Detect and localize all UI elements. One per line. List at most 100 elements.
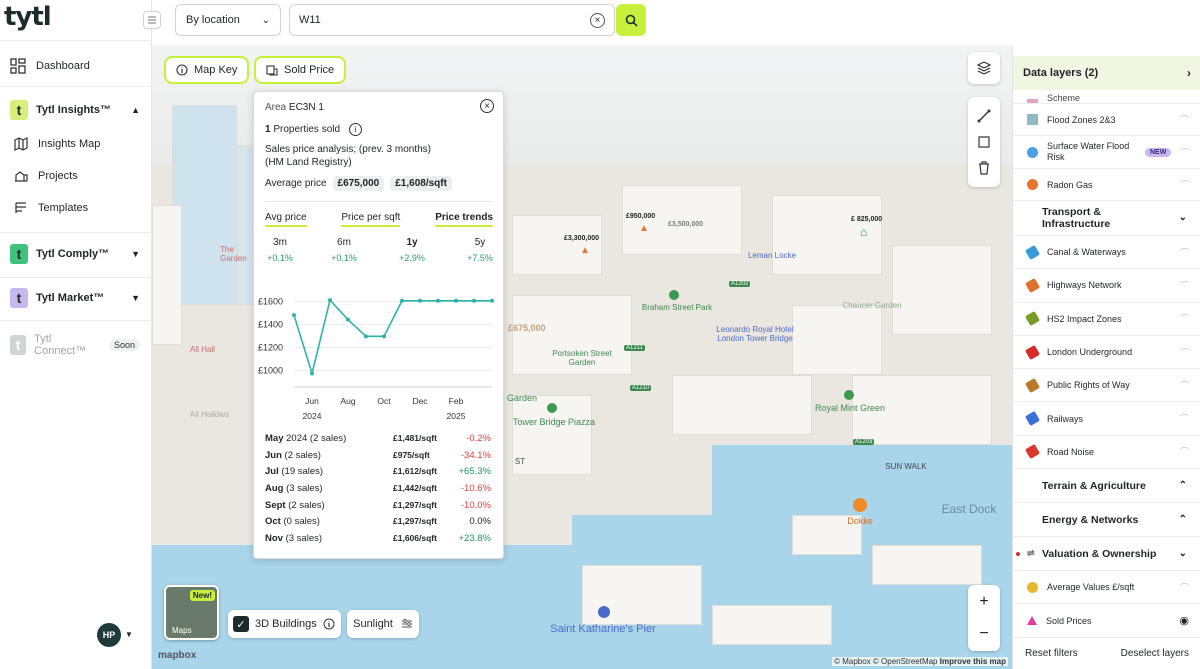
eye-hidden-icon[interactable]: ⌒ bbox=[1180, 581, 1189, 594]
info-icon[interactable] bbox=[323, 618, 335, 630]
period-1y[interactable]: 1y +2.9% bbox=[397, 237, 427, 263]
eye-hidden-icon[interactable]: ⌒ bbox=[1180, 279, 1189, 292]
layer-label: Average Values £/sqft bbox=[1047, 582, 1135, 592]
3d-buildings-toggle[interactable]: ✓ 3D Buildings bbox=[228, 610, 341, 638]
period-change: +2.9% bbox=[399, 253, 425, 263]
price-marker[interactable]: £3,500,000 bbox=[668, 221, 703, 228]
polygon-tool-icon[interactable] bbox=[977, 135, 991, 149]
price-marker[interactable]: £950,000 bbox=[626, 213, 655, 220]
sunlight-button[interactable]: Sunlight bbox=[347, 610, 419, 638]
sidebar-item-templates[interactable]: Templates bbox=[14, 201, 88, 215]
sales-price: £1,297/sqft bbox=[393, 516, 437, 527]
close-icon[interactable]: × bbox=[480, 99, 494, 113]
clear-icon[interactable]: × bbox=[590, 13, 605, 28]
eye-hidden-icon[interactable]: ⌒ bbox=[1180, 445, 1189, 458]
eye-visible-icon[interactable]: ◉ bbox=[1179, 614, 1189, 627]
eye-hidden-icon[interactable]: ⌒ bbox=[1180, 312, 1189, 325]
layer-item-radon[interactable]: Radon Gas ⌒ bbox=[1013, 169, 1200, 201]
eye-hidden-icon[interactable]: ⌒ bbox=[1180, 346, 1189, 359]
collapse-sidebar-button[interactable] bbox=[143, 11, 161, 29]
reset-filters-button[interactable]: Reset filters bbox=[1025, 648, 1078, 659]
layer-item-scheme[interactable]: Scheme bbox=[1013, 90, 1200, 104]
eye-hidden-icon[interactable]: ⌒ bbox=[1180, 379, 1189, 392]
sales-row: Jun (2 sales) £975/sqft -34.1% bbox=[265, 450, 493, 467]
avatar[interactable]: HP bbox=[97, 623, 121, 647]
category-transport[interactable]: Transport & Infrastructure ⌄ bbox=[1013, 201, 1200, 236]
price-marker[interactable]: £ 825,000 bbox=[851, 216, 882, 223]
layer-item-transport[interactable]: Public Rights of Way ⌒ bbox=[1013, 369, 1200, 403]
transport-layer-icon bbox=[1024, 244, 1041, 260]
category-energy[interactable]: Energy & Networks ⌃ bbox=[1013, 503, 1200, 537]
sidebar-group-market[interactable]: t Tytl Market™ ▼ bbox=[10, 288, 140, 308]
data-layers-header[interactable]: Data layers (2) › bbox=[1013, 56, 1200, 90]
period-3m[interactable]: 3m +0.1% bbox=[265, 237, 295, 263]
period-5y[interactable]: 5y +7.5% bbox=[465, 237, 495, 263]
eye-hidden-icon[interactable]: ⌒ bbox=[1180, 113, 1189, 126]
tab-price-trends[interactable]: Price trends bbox=[435, 212, 493, 227]
maps-style-toggle[interactable]: New! Maps bbox=[164, 585, 219, 640]
category-valuation[interactable]: ⇌ Valuation & Ownership ⌄ bbox=[1013, 537, 1200, 571]
price-marker[interactable]: £3,300,000 bbox=[564, 235, 599, 242]
layer-item-transport[interactable]: Railways ⌒ bbox=[1013, 403, 1200, 436]
layer-item-transport[interactable]: HS2 Impact Zones ⌒ bbox=[1013, 303, 1200, 336]
map-key-button[interactable]: Map Key bbox=[164, 56, 250, 84]
layer-item-transport[interactable]: Highways Network ⌒ bbox=[1013, 269, 1200, 303]
search-mode-select[interactable]: By location ⌄ bbox=[175, 4, 281, 36]
layer-label: Sold Prices bbox=[1046, 615, 1092, 626]
zoom-out-icon[interactable]: − bbox=[979, 625, 988, 643]
improve-map-link[interactable]: Improve this map bbox=[940, 657, 1006, 666]
mapbox-logo[interactable]: mapbox bbox=[158, 650, 196, 661]
triangle-marker-icon[interactable]: ▲ bbox=[639, 223, 649, 234]
info-icon[interactable]: i bbox=[348, 123, 362, 136]
layer-item-sold-prices[interactable]: Sold Prices ◉ bbox=[1013, 604, 1200, 637]
attribution-text[interactable]: © Mapbox © OpenStreetMap bbox=[834, 657, 937, 666]
search-value: W11 bbox=[299, 14, 321, 26]
eye-hidden-icon[interactable]: ⌒ bbox=[1180, 178, 1189, 191]
eye-hidden-icon[interactable]: ⌒ bbox=[1180, 412, 1189, 425]
deselect-layers-button[interactable]: Deselect layers bbox=[1121, 648, 1189, 659]
average-values-icon bbox=[1027, 581, 1038, 593]
tab-price-per-sqft[interactable]: Price per sqft bbox=[341, 212, 401, 227]
category-terrain[interactable]: Terrain & Agriculture ⌃ bbox=[1013, 469, 1200, 503]
transport-layer-icon bbox=[1024, 377, 1041, 393]
sidebar-item-dashboard[interactable]: Dashboard bbox=[10, 58, 90, 74]
sidebar-item-projects[interactable]: Projects bbox=[14, 169, 78, 183]
sidebar-item-insights-map[interactable]: Insights Map bbox=[14, 137, 100, 151]
layer-item-transport[interactable]: London Underground ⌒ bbox=[1013, 336, 1200, 370]
sales-month: May 2024 (2 sales) bbox=[265, 433, 347, 444]
line-tool-icon[interactable] bbox=[977, 109, 991, 123]
data-point bbox=[454, 298, 458, 303]
app-logo[interactable]: tytl bbox=[4, 2, 52, 32]
sidebar-group-insights[interactable]: t Tytl Insights™ ▲ bbox=[10, 100, 140, 120]
home-marker-icon[interactable]: ⌂ bbox=[860, 225, 867, 239]
search-button[interactable] bbox=[616, 4, 646, 36]
transport-layer-icon bbox=[1024, 411, 1041, 427]
period-6m[interactable]: 6m +0.1% bbox=[329, 237, 359, 263]
layer-label: Scheme bbox=[1047, 93, 1081, 103]
sidebar-group-connect: t Tytl Connect™ Soon bbox=[10, 333, 140, 357]
projects-icon bbox=[15, 171, 28, 182]
search-input[interactable]: W11 × bbox=[289, 4, 615, 36]
sold-price-button[interactable]: Sold Price bbox=[254, 56, 347, 84]
chevron-down-icon[interactable]: ▼ bbox=[125, 630, 133, 639]
price-marker[interactable]: £675,000 bbox=[508, 323, 546, 333]
layer-item-average-values[interactable]: Average Values £/sqft ⌒ bbox=[1013, 571, 1200, 604]
eye-hidden-icon[interactable]: ⌒ bbox=[1180, 146, 1189, 159]
zoom-in-icon[interactable]: + bbox=[979, 593, 988, 611]
eye-hidden-icon[interactable]: ⌒ bbox=[1180, 246, 1189, 259]
sales-change: +23.8% bbox=[458, 533, 492, 545]
price-trend-chart: £1600 £1400 £1200 £1000 Jun 2024 Aug Oct Dec Feb 2… bbox=[258, 297, 494, 421]
layers-button[interactable] bbox=[968, 52, 1000, 84]
layer-item-flood-zones[interactable]: Flood Zones 2&3 ⌒ bbox=[1013, 104, 1200, 136]
sidebar-group-comply[interactable]: t Tytl Comply™ ▼ bbox=[10, 244, 140, 264]
layer-item-transport[interactable]: Road Noise ⌒ bbox=[1013, 436, 1200, 470]
triangle-marker-icon[interactable]: ▲ bbox=[580, 245, 590, 256]
divider bbox=[0, 320, 152, 321]
checkbox-checked-icon[interactable]: ✓ bbox=[233, 616, 249, 632]
layer-item-transport[interactable]: Canal & Waterways ⌒ bbox=[1013, 236, 1200, 270]
layer-item-surface-water[interactable]: Surface Water Flood Risk NEW ⌒ bbox=[1013, 136, 1200, 169]
layer-label: Surface Water Flood Risk bbox=[1047, 141, 1130, 162]
data-point bbox=[328, 298, 332, 303]
tab-avg-price[interactable]: Avg price bbox=[265, 212, 307, 227]
trash-icon[interactable] bbox=[977, 161, 991, 175]
